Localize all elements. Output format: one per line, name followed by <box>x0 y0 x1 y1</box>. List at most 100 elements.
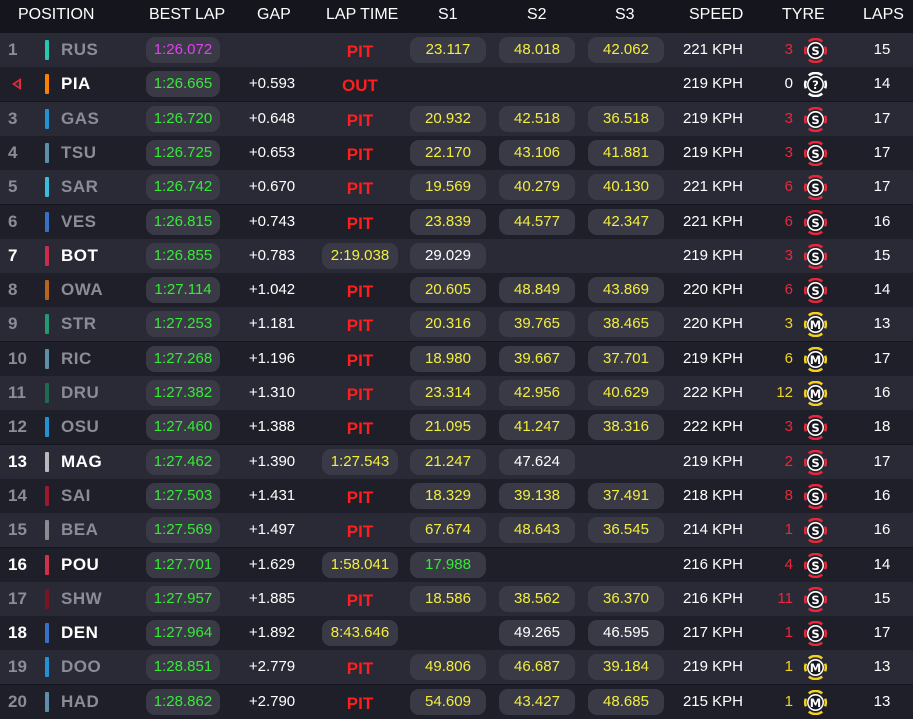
position-number: 8 <box>8 280 18 300</box>
driver-row[interactable]: 4 TSU 1:26.725 +0.653 PIT 22.170 43.106 41.881 2… <box>0 135 913 170</box>
driver-code[interactable]: VES <box>61 212 97 232</box>
speed-trap: 221 KPH <box>682 178 744 196</box>
driver-code[interactable]: STR <box>61 314 97 334</box>
lap-time-cell: PIT <box>320 650 400 684</box>
team-color-bar <box>45 588 49 609</box>
tyre-compound-letter: M <box>810 318 821 332</box>
driver-code[interactable]: GAS <box>61 109 99 129</box>
lap-time-cell: OUT <box>320 67 400 101</box>
driver-row[interactable]: 18 DEN 1:27.964 +1.892 8:43.646 49.265 46.595 2… <box>0 616 913 651</box>
sector-1-time: 17.988 <box>410 551 486 578</box>
driver-code[interactable]: DEN <box>61 623 98 643</box>
gap-to-leader: +1.310 <box>248 384 296 401</box>
best-lap-time: 1:28.851 <box>146 654 220 681</box>
driver-row[interactable]: 11 DRU 1:27.382 +1.310 PIT 23.314 42.956 40.629… <box>0 376 913 410</box>
sector-2-time: 38.562 <box>499 585 575 612</box>
lap-time-cell: 1:58.041 <box>320 548 400 582</box>
pit-status: PIT <box>346 282 374 302</box>
driver-code[interactable]: MAG <box>61 452 102 472</box>
soft-tyre-icon: S <box>803 209 828 235</box>
driver-code[interactable]: OSU <box>61 417 99 437</box>
header-gap[interactable]: GAP <box>257 6 291 24</box>
tyre-age: 3 <box>784 109 793 127</box>
laps-completed: 17 <box>873 178 891 196</box>
sector-2-time: 42.956 <box>499 380 575 406</box>
soft-tyre-icon: S <box>803 621 828 647</box>
laps-completed: 14 <box>873 281 891 299</box>
team-color-bar <box>45 142 49 163</box>
driver-code[interactable]: SAI <box>61 486 91 506</box>
driver-row[interactable]: 3 GAS 1:26.720 +0.648 PIT 20.932 42.518 36.518 2… <box>0 101 913 136</box>
sector-3-time: 36.370 <box>588 585 664 612</box>
driver-code[interactable]: OWA <box>61 280 103 300</box>
laps-completed: 16 <box>873 212 891 230</box>
tyre-compound-letter: S <box>811 593 819 607</box>
driver-row[interactable]: PIA 1:26.665 +0.593 OUT 219 KPH 0? 14 <box>0 67 913 102</box>
driver-row[interactable]: 9 STR 1:27.253 +1.181 PIT 20.316 39.765 38.465 2… <box>0 307 913 342</box>
driver-row[interactable]: 10 RIC 1:27.268 +1.196 PIT 18.980 39.667 37.701… <box>0 341 913 376</box>
header-s1[interactable]: S1 <box>438 6 458 24</box>
position-number: 5 <box>8 177 18 197</box>
driver-row[interactable]: 15 BEA 1:27.569 +1.497 PIT 67.674 48.643 36.545… <box>0 513 913 548</box>
driver-row[interactable]: 16 POU 1:27.701 +1.629 1:58.041 17.988 216 KPH… <box>0 547 913 582</box>
lap-time-cell: PIT <box>320 376 400 410</box>
position-number: 9 <box>8 314 18 334</box>
best-lap-time: 1:28.862 <box>146 688 220 715</box>
driver-row[interactable]: 5 SAR 1:26.742 +0.670 PIT 19.569 40.279 40.130 2… <box>0 170 913 205</box>
sector-3-time: 42.347 <box>588 208 664 235</box>
driver-code[interactable]: TSU <box>61 143 97 163</box>
driver-code[interactable]: HAD <box>61 692 99 712</box>
header-best-lap[interactable]: BEST LAP <box>149 6 225 24</box>
driver-code[interactable]: BEA <box>61 520 98 540</box>
gap-to-leader: +1.497 <box>248 521 296 539</box>
header-s2[interactable]: S2 <box>527 6 547 24</box>
driver-row[interactable]: 1 RUS 1:26.072 PIT 23.117 48.018 42.062 221 KPH… <box>0 33 913 67</box>
lap-time-cell: PIT <box>320 342 400 376</box>
driver-row[interactable]: 13 MAG 1:27.462 +1.390 1:27.543 21.247 47.624 2… <box>0 444 913 479</box>
position-number: 15 <box>8 520 27 540</box>
soft-tyre-icon: S <box>803 38 828 63</box>
driver-code[interactable]: RUS <box>61 40 98 60</box>
driver-row[interactable]: 8 OWA 1:27.114 +1.042 PIT 20.605 48.849 43.869 2… <box>0 273 913 308</box>
sector-3-time: 40.130 <box>588 174 664 201</box>
driver-code[interactable]: BOT <box>61 246 98 266</box>
driver-code[interactable]: POU <box>61 555 99 575</box>
driver-row[interactable]: 17 SHW 1:27.957 +1.885 PIT 18.586 38.562 36.370… <box>0 581 913 616</box>
sector-2-time: 40.279 <box>499 174 575 201</box>
driver-row[interactable]: 12 OSU 1:27.460 +1.388 PIT 21.095 41.247 38.316… <box>0 410 913 445</box>
tyre-compound-letter: S <box>811 147 819 161</box>
lap-time-cell: PIT <box>320 33 400 67</box>
driver-code[interactable]: RIC <box>61 349 92 369</box>
team-color-bar <box>45 314 49 335</box>
position-number: 3 <box>8 108 18 128</box>
driver-code[interactable]: PIA <box>61 74 91 94</box>
pit-status: PIT <box>346 659 374 679</box>
best-lap-time: 1:27.268 <box>146 345 220 372</box>
driver-row[interactable]: 6 VES 1:26.815 +0.743 PIT 23.839 44.577 42.347 2… <box>0 204 913 239</box>
tyre-compound-letter: S <box>811 112 819 126</box>
lap-time-cell: PIT <box>320 170 400 204</box>
header-laps[interactable]: LAPS <box>863 6 904 24</box>
sector-3-time: 40.629 <box>588 380 664 406</box>
laps-completed: 17 <box>873 452 891 470</box>
gap-to-leader: +2.779 <box>248 658 296 676</box>
driver-row[interactable]: 19 DOO 1:28.851 +2.779 PIT 49.806 46.687 39.184… <box>0 650 913 685</box>
header-lap-time[interactable]: LAP TIME <box>326 6 398 24</box>
driver-code[interactable]: SAR <box>61 177 98 197</box>
driver-code[interactable]: SHW <box>61 589 102 609</box>
header-tyre[interactable]: TYRE <box>782 6 825 24</box>
header-s3[interactable]: S3 <box>615 6 635 24</box>
driver-row[interactable]: 20 HAD 1:28.862 +2.790 PIT 54.609 43.427 48.685… <box>0 684 913 719</box>
header-position[interactable]: POSITION <box>18 6 94 24</box>
tyre-compound-letter: S <box>811 250 819 264</box>
position-number: 17 <box>8 588 27 608</box>
driver-code[interactable]: DOO <box>61 657 101 677</box>
driver-row[interactable]: 7 BOT 1:26.855 +0.783 2:19.038 29.029 219 KPH 3… <box>0 238 913 273</box>
unknown-tyre-icon: ? <box>803 72 828 98</box>
driver-row[interactable]: 14 SAI 1:27.503 +1.431 PIT 18.329 39.138 37.491… <box>0 478 913 513</box>
sector-1-time: 23.117 <box>410 37 486 63</box>
team-color-bar <box>45 40 49 60</box>
header-speed[interactable]: SPEED <box>689 6 743 24</box>
laps-completed: 13 <box>873 315 891 333</box>
driver-code[interactable]: DRU <box>61 383 99 403</box>
